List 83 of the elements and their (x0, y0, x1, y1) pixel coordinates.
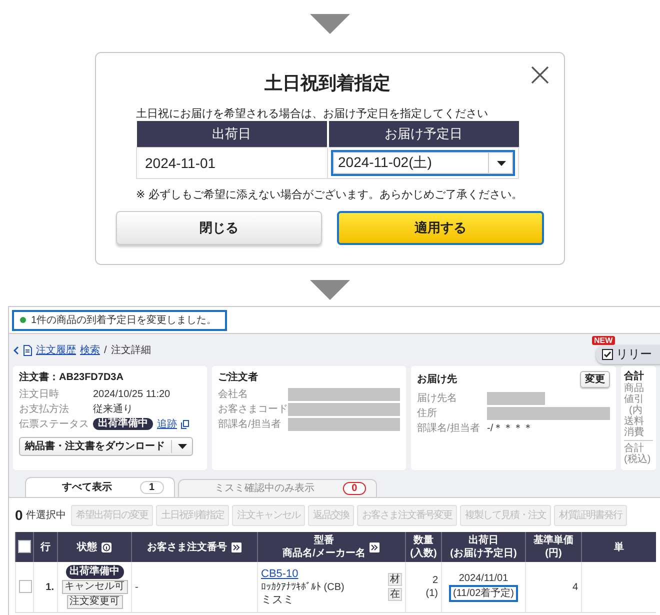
column-header: お届け予定日 (328, 121, 518, 148)
field-label: 会社名 (218, 388, 249, 400)
pack-quantity: (1) (424, 587, 438, 600)
tracking-link[interactable]: 追跡 (157, 418, 177, 430)
card-title: 合計 (624, 371, 645, 382)
total-label: 合計 (税込) (624, 443, 652, 465)
column-header: 出荷日 (136, 121, 328, 148)
selection-label: 件選択中 (26, 508, 66, 522)
product-name: ﾛｯｶｸｱﾅﾂｷﾎﾞﾙﾄ (CB) (261, 580, 344, 594)
caret-icon (496, 160, 506, 166)
field-label: 注文日時 (19, 388, 60, 400)
date-select[interactable]: 2024-11-02(土) (331, 150, 515, 176)
field-label: 値引 (624, 394, 645, 405)
table-cell: 2024-11-01 (136, 148, 328, 178)
order-number: 注文書：AB23FD7D3A (19, 371, 124, 384)
new-badge: NEW (592, 336, 615, 344)
maker-name: ミスミ (261, 594, 295, 606)
dialog-title: 土日祝到着指定 (264, 72, 390, 95)
info-chip[interactable]: 材 (388, 573, 402, 586)
column-header: 行 (40, 540, 50, 554)
card-title: お届け先 (417, 373, 457, 386)
checkbox-icon (602, 348, 613, 360)
selection-count: 0 (15, 508, 23, 522)
column-header: 出荷日 (お届け予定日) (450, 534, 517, 560)
column-header: お客さま注文番号 (147, 540, 227, 554)
field-label: お支払方法 (19, 402, 70, 416)
release-button[interactable]: リリー (596, 344, 660, 364)
instruction-text: 土日祝にお届けを希望される場合は、お届け予定日を指定してください (136, 107, 489, 121)
close-button[interactable] (530, 65, 550, 85)
copy-icon (181, 420, 189, 428)
field-label: 部課名/担当者 (417, 422, 481, 434)
status-badge: 注文変更可 (66, 595, 122, 609)
tab[interactable]: すべて表示 1 (25, 477, 175, 497)
part-number-link[interactable]: CB5-10 (261, 568, 298, 580)
field-label: お客さまコード (218, 402, 284, 416)
table-cell: 4 (526, 562, 582, 612)
field-label: 部課名/担当者 (218, 418, 282, 430)
column-header: 基準単価 (円) (534, 534, 574, 560)
breadcrumb-separator: / (104, 344, 107, 356)
close-dialog-button[interactable]: 閉じる (116, 211, 322, 245)
apply-button[interactable]: 適用する (336, 211, 544, 245)
field-value: 2024/10/25 11:20 (93, 388, 170, 400)
field-label: 消費 (624, 427, 645, 438)
field-label: 住所 (417, 406, 438, 420)
down-arrow-icon (310, 280, 350, 300)
card-title: ご注文者 (218, 371, 259, 384)
status-badge: キャンセル可 (62, 580, 128, 594)
status-badge: 出荷準備中 (66, 565, 124, 579)
tab[interactable]: ミスミ確認中のみ表示 0 (178, 479, 378, 497)
select-all-checkbox[interactable] (18, 540, 31, 554)
row-checkbox[interactable] (19, 580, 32, 594)
field-label: 商品 (624, 383, 645, 394)
quantity: 2 (431, 574, 438, 587)
column-header: 状態 (77, 540, 97, 554)
field-value: -/＊＊＊＊ (487, 422, 534, 434)
info-chip[interactable]: 在 (388, 588, 402, 601)
delivery-date: (11/02着予定) (449, 585, 518, 602)
field-label: 送料 (624, 416, 645, 427)
ship-date: 2024/11/01 (458, 572, 510, 585)
breadcrumb-link[interactable]: 注文履歴 (36, 344, 76, 356)
document-icon (23, 344, 32, 356)
field-value: 従来通り (93, 402, 133, 416)
table-cell: 1. (34, 562, 58, 612)
back-chevron-icon (13, 346, 19, 354)
change-button[interactable]: 変更 (580, 371, 610, 388)
column-header: 単 (614, 540, 624, 554)
caret-icon (178, 444, 187, 449)
breadcrumb-current: 注文詳細 (110, 344, 151, 356)
status-dot-icon (20, 317, 26, 323)
count-badge: 1 (140, 481, 164, 494)
column-header: 数量 (入数) (410, 534, 437, 560)
search-link[interactable]: 検索 (80, 344, 100, 356)
status-badge: 出荷準備中 (93, 418, 153, 430)
field-label: 伝票ステータス (19, 418, 89, 430)
field-label: (内 (628, 405, 642, 416)
column-header: 型番 商品名/メーカー名 (282, 534, 366, 560)
download-button[interactable]: 納品書・注文書をダウンロード (19, 437, 193, 456)
note-text: ※ 必ずしもご希望に添えない場合がございます。あらかじめご了承ください。 (136, 188, 524, 202)
table-cell: - (132, 562, 258, 612)
notice-text: 1件の商品の到着予定日を変更しました。 (31, 314, 217, 326)
count-badge: 0 (342, 482, 366, 495)
down-arrow-icon (310, 14, 350, 34)
field-label: 届け先名 (417, 392, 458, 404)
